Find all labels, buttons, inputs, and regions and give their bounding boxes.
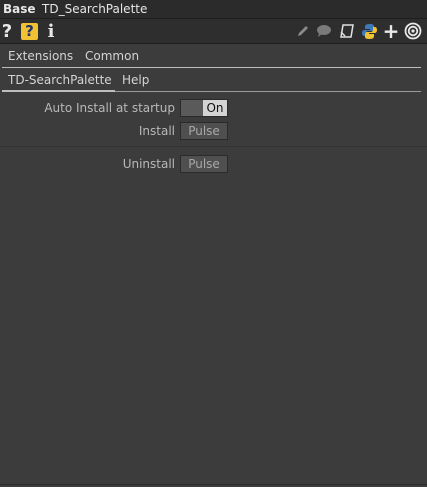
bottom-border xyxy=(0,484,427,485)
tab-td-searchpalette[interactable]: TD-SearchPalette xyxy=(8,73,112,87)
uninstall-pulse-button[interactable]: Pulse xyxy=(180,155,228,173)
python-icon[interactable] xyxy=(360,21,378,41)
section-divider xyxy=(0,146,427,147)
opsnippet-icon-glyph: ? xyxy=(21,22,38,40)
parameter-group-tabs: Extensions Common xyxy=(0,46,427,68)
edit-pencil-icon[interactable] xyxy=(295,21,311,41)
active-tab-indicator xyxy=(2,90,115,92)
operator-type: Base xyxy=(3,2,36,16)
auto-install-label: Auto Install at startup xyxy=(44,101,175,115)
install-label: Install xyxy=(138,124,175,138)
operator-name[interactable]: TD_SearchPalette xyxy=(42,2,147,16)
info-icon[interactable]: i xyxy=(46,21,56,42)
parameter-page-tabs: TD-SearchPalette Help xyxy=(0,70,427,92)
help-icon[interactable]: ? xyxy=(2,21,12,42)
toolbar: ? ? i + xyxy=(0,19,427,44)
title-bar: Base TD_SearchPalette xyxy=(0,0,427,19)
toggle-state-label: On xyxy=(203,100,227,116)
comment-icon[interactable] xyxy=(315,21,333,41)
target-icon[interactable] xyxy=(403,21,423,41)
add-icon[interactable]: + xyxy=(383,19,400,43)
tab-help[interactable]: Help xyxy=(122,73,149,87)
install-pulse-button[interactable]: Pulse xyxy=(180,122,228,140)
auto-install-toggle[interactable]: On xyxy=(180,99,228,117)
opsnippet-help-icon[interactable]: ? xyxy=(20,21,39,41)
uninstall-label: Uninstall xyxy=(122,157,175,171)
tab-extensions[interactable]: Extensions xyxy=(8,49,73,63)
tab-common[interactable]: Common xyxy=(85,49,139,63)
clone-icon[interactable] xyxy=(338,21,356,41)
tab-row-divider xyxy=(2,67,421,68)
